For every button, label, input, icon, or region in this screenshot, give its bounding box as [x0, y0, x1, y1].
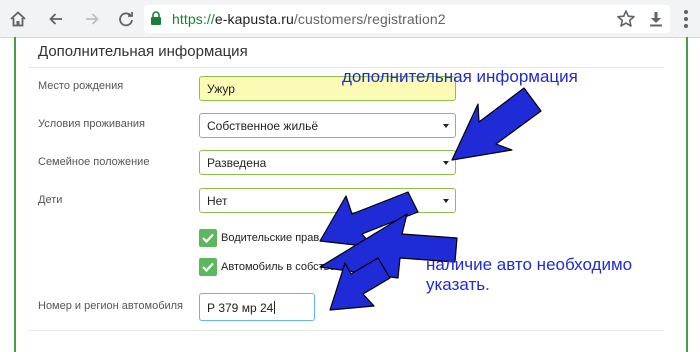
marital-status-label: Семейное положение	[38, 156, 150, 168]
url-path: /customers/registration2	[293, 11, 446, 27]
home-button[interactable]	[6, 7, 30, 31]
url-host: e-kapusta.ru	[214, 11, 294, 27]
divider	[28, 67, 664, 68]
browser-menu-button[interactable]	[676, 8, 696, 30]
url-scheme: https://	[172, 11, 215, 27]
children-value: Нет	[207, 194, 228, 208]
checkmark-icon	[202, 233, 214, 244]
living-conditions-label: Условия проживания	[38, 118, 145, 130]
car-number-label: Номер и регион автомобиля	[38, 300, 184, 312]
has-car-checkbox[interactable]	[199, 258, 217, 276]
page-content: Дополнительная информация Место рождения…	[0, 37, 700, 352]
car-number-value: Р 379 мр 24	[207, 301, 274, 315]
url-text[interactable]: https://e-kapusta.ru/customers/registrat…	[172, 11, 446, 27]
children-select[interactable]: Нет	[199, 188, 456, 213]
birthplace-value: Ужур	[207, 82, 235, 96]
drivers-license-label[interactable]: Водительские прав	[221, 232, 319, 244]
drivers-license-checkbox[interactable]	[199, 229, 217, 247]
divider	[28, 330, 664, 331]
address-bar[interactable]: https://e-kapusta.ru/customers/registrat…	[144, 5, 670, 33]
marital-status-select[interactable]: Разведена	[199, 150, 456, 175]
birthplace-label: Место рождения	[38, 80, 124, 92]
marital-status-value: Разведена	[207, 156, 267, 170]
back-button[interactable]	[44, 7, 68, 31]
reload-icon	[119, 12, 133, 27]
forward-button[interactable]	[80, 7, 104, 31]
arrow-left-icon	[49, 13, 62, 25]
children-label: Дети	[38, 194, 63, 206]
living-conditions-select[interactable]: Собственное жильё	[199, 113, 456, 138]
section-title: Дополнительная информация	[38, 43, 248, 60]
birthplace-input[interactable]: Ужур	[199, 76, 456, 101]
arrow-right-icon	[86, 13, 99, 25]
lock-icon	[151, 11, 161, 25]
has-car-label[interactable]: Автомобиль в собстве	[221, 261, 336, 273]
car-number-input[interactable]: Р 379 мр 24	[199, 293, 315, 321]
checkmark-icon	[202, 262, 214, 273]
download-icon[interactable]	[646, 9, 666, 29]
text-cursor	[274, 301, 276, 314]
caret-down-icon	[443, 199, 449, 203]
caret-down-icon	[443, 161, 449, 165]
bookmark-star-icon[interactable]	[616, 9, 636, 29]
browser-toolbar: https://e-kapusta.ru/customers/registrat…	[0, 0, 700, 38]
home-icon	[10, 11, 26, 27]
reload-button[interactable]	[114, 7, 138, 31]
caret-down-icon	[443, 124, 449, 128]
living-conditions-value: Собственное жильё	[207, 119, 319, 133]
